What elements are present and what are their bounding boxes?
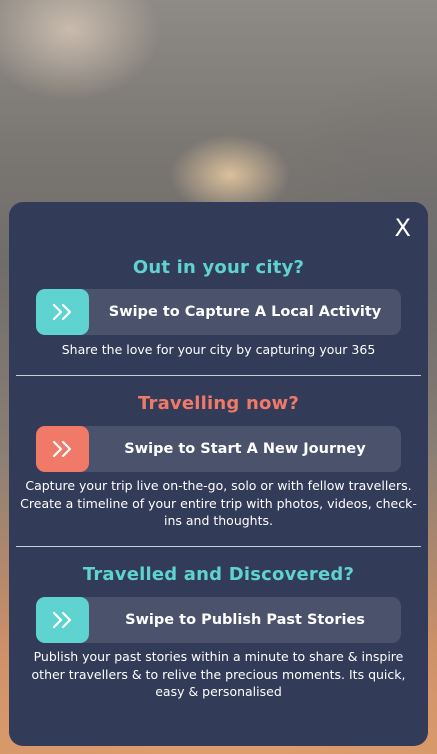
swipe-start-new-journey[interactable]: Swipe to Start A New Journey — [36, 426, 401, 472]
divider — [16, 546, 421, 547]
double-chevron-right-icon — [52, 611, 71, 629]
swipe-label: Swipe to Start A New Journey — [124, 441, 366, 457]
section-description: Capture your trip live on-the-go, solo o… — [20, 478, 417, 528]
section-description: Publish your past stories within a minut… — [31, 649, 406, 699]
section-title: Travelling now? — [138, 393, 299, 414]
blurred-background: X Out in your city? Swipe to Capture A L… — [0, 0, 437, 754]
double-chevron-right-icon — [52, 440, 71, 458]
close-icon: X — [394, 214, 411, 242]
swipe-publish-past-stories[interactable]: Swipe to Publish Past Stories — [36, 597, 401, 643]
swipe-label: Swipe to Publish Past Stories — [125, 612, 365, 628]
close-button[interactable]: X — [395, 216, 411, 240]
divider — [16, 375, 421, 376]
swipe-handle[interactable] — [36, 289, 89, 335]
swipe-handle[interactable] — [36, 597, 89, 643]
swipe-handle[interactable] — [36, 426, 89, 472]
swipe-capture-local-activity[interactable]: Swipe to Capture A Local Activity — [36, 289, 401, 335]
section-title: Out in your city? — [132, 257, 305, 278]
section-description: Share the love for your city by capturin… — [61, 342, 376, 357]
swipe-label: Swipe to Capture A Local Activity — [108, 304, 382, 320]
section-title: Travelled and Discovered? — [82, 564, 355, 585]
double-chevron-right-icon — [52, 303, 71, 321]
create-story-modal: X Out in your city? Swipe to Capture A L… — [9, 202, 428, 746]
